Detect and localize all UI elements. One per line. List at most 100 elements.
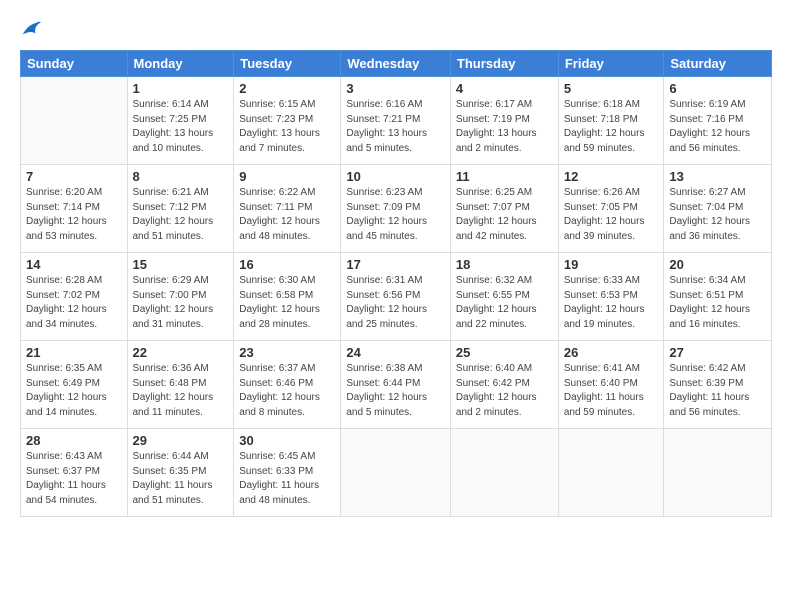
calendar-cell: 9 Sunrise: 6:22 AMSunset: 7:11 PMDaylight…: [234, 165, 341, 253]
calendar-cell: [558, 429, 664, 517]
day-number: 28: [26, 433, 122, 448]
calendar-cell: 15 Sunrise: 6:29 AMSunset: 7:00 PMDayligh…: [127, 253, 234, 341]
day-number: 17: [346, 257, 445, 272]
day-info: Sunrise: 6:45 AMSunset: 6:33 PMDaylight:…: [239, 450, 335, 508]
day-info: Sunrise: 6:17 AMSunset: 7:19 PMDaylight:…: [456, 98, 553, 156]
calendar-cell: 29Sunrise: 6:44 AMSunset: 6:35 PMDayligh…: [127, 429, 234, 517]
day-number: 26: [564, 345, 659, 360]
day-info: Sunrise: 6:20 AMSunset: 7:14 PMDaylight:…: [26, 186, 122, 244]
day-info: Sunrise: 6:42 AMSunset: 6:39 PMDaylight:…: [669, 362, 766, 420]
day-number: 18: [456, 257, 553, 272]
day-info: Sunrise: 6:31 AMSunset: 6:56 PMDaylight:…: [346, 274, 445, 332]
calendar-cell: 11 Sunrise: 6:25 AMSunset: 7:07 PMDayligh…: [450, 165, 558, 253]
day-number: 3: [346, 81, 445, 96]
day-number: 21: [26, 345, 122, 360]
day-info: Sunrise: 6:26 AMSunset: 7:05 PMDaylight:…: [564, 186, 659, 244]
day-info: Sunrise: 6:16 AMSunset: 7:21 PMDaylight:…: [346, 98, 445, 156]
day-info: Sunrise: 6:32 AMSunset: 6:55 PMDaylight:…: [456, 274, 553, 332]
calendar-cell: 22 Sunrise: 6:36 AMSunset: 6:48 PMDayligh…: [127, 341, 234, 429]
calendar-cell: 20 Sunrise: 6:34 AMSunset: 6:51 PMDayligh…: [664, 253, 772, 341]
calendar-week-row: 21 Sunrise: 6:35 AMSunset: 6:49 PMDayligh…: [21, 341, 772, 429]
day-number: 5: [564, 81, 659, 96]
day-info: Sunrise: 6:15 AMSunset: 7:23 PMDaylight:…: [239, 98, 335, 156]
calendar-cell: 25 Sunrise: 6:40 AMSunset: 6:42 PMDayligh…: [450, 341, 558, 429]
calendar-day-header: Saturday: [664, 51, 772, 77]
calendar-cell: 24 Sunrise: 6:38 AMSunset: 6:44 PMDayligh…: [341, 341, 451, 429]
calendar-cell: [341, 429, 451, 517]
day-number: 24: [346, 345, 445, 360]
calendar-week-row: 14Sunrise: 6:28 AMSunset: 7:02 PMDayligh…: [21, 253, 772, 341]
calendar-cell: 21 Sunrise: 6:35 AMSunset: 6:49 PMDayligh…: [21, 341, 128, 429]
calendar-cell: 4Sunrise: 6:17 AMSunset: 7:19 PMDaylight…: [450, 77, 558, 165]
day-number: 2: [239, 81, 335, 96]
day-info: Sunrise: 6:33 AMSunset: 6:53 PMDaylight:…: [564, 274, 659, 332]
calendar-cell: 1 Sunrise: 6:14 AMSunset: 7:25 PMDaylight…: [127, 77, 234, 165]
day-info: Sunrise: 6:41 AMSunset: 6:40 PMDaylight:…: [564, 362, 659, 420]
logo-bird-icon: [20, 18, 42, 40]
day-info: Sunrise: 6:22 AMSunset: 7:11 PMDaylight:…: [239, 186, 335, 244]
day-number: 6: [669, 81, 766, 96]
day-number: 30: [239, 433, 335, 448]
day-number: 12: [564, 169, 659, 184]
day-info: Sunrise: 6:35 AMSunset: 6:49 PMDaylight:…: [26, 362, 122, 420]
calendar-cell: 2 Sunrise: 6:15 AMSunset: 7:23 PMDaylight…: [234, 77, 341, 165]
calendar-day-header: Monday: [127, 51, 234, 77]
day-info: Sunrise: 6:30 AMSunset: 6:58 PMDaylight:…: [239, 274, 335, 332]
calendar-cell: [21, 77, 128, 165]
calendar-week-row: 7 Sunrise: 6:20 AMSunset: 7:14 PMDaylight…: [21, 165, 772, 253]
day-number: 15: [133, 257, 229, 272]
day-number: 1: [133, 81, 229, 96]
day-info: Sunrise: 6:19 AMSunset: 7:16 PMDaylight:…: [669, 98, 766, 156]
logo: [20, 18, 42, 42]
calendar-cell: 18 Sunrise: 6:32 AMSunset: 6:55 PMDayligh…: [450, 253, 558, 341]
day-info: Sunrise: 6:38 AMSunset: 6:44 PMDaylight:…: [346, 362, 445, 420]
calendar-cell: 13 Sunrise: 6:27 AMSunset: 7:04 PMDayligh…: [664, 165, 772, 253]
day-info: Sunrise: 6:37 AMSunset: 6:46 PMDaylight:…: [239, 362, 335, 420]
calendar-cell: 28 Sunrise: 6:43 AMSunset: 6:37 PMDayligh…: [21, 429, 128, 517]
calendar-cell: 16 Sunrise: 6:30 AMSunset: 6:58 PMDayligh…: [234, 253, 341, 341]
calendar-cell: [664, 429, 772, 517]
day-number: 27: [669, 345, 766, 360]
day-number: 25: [456, 345, 553, 360]
day-number: 16: [239, 257, 335, 272]
day-info: Sunrise: 6:25 AMSunset: 7:07 PMDaylight:…: [456, 186, 553, 244]
day-info: Sunrise: 6:23 AMSunset: 7:09 PMDaylight:…: [346, 186, 445, 244]
day-number: 11: [456, 169, 553, 184]
calendar-header-row: SundayMondayTuesdayWednesdayThursdayFrid…: [21, 51, 772, 77]
day-number: 9: [239, 169, 335, 184]
calendar-day-header: Tuesday: [234, 51, 341, 77]
day-number: 22: [133, 345, 229, 360]
calendar-day-header: Wednesday: [341, 51, 451, 77]
day-number: 7: [26, 169, 122, 184]
calendar-cell: 26 Sunrise: 6:41 AMSunset: 6:40 PMDayligh…: [558, 341, 664, 429]
calendar-cell: 23 Sunrise: 6:37 AMSunset: 6:46 PMDayligh…: [234, 341, 341, 429]
calendar-cell: 5 Sunrise: 6:18 AMSunset: 7:18 PMDaylight…: [558, 77, 664, 165]
calendar-day-header: Sunday: [21, 51, 128, 77]
header: [20, 18, 772, 42]
day-number: 13: [669, 169, 766, 184]
day-number: 23: [239, 345, 335, 360]
day-info: Sunrise: 6:18 AMSunset: 7:18 PMDaylight:…: [564, 98, 659, 156]
day-info: Sunrise: 6:34 AMSunset: 6:51 PMDaylight:…: [669, 274, 766, 332]
calendar-cell: [450, 429, 558, 517]
day-info: Sunrise: 6:14 AMSunset: 7:25 PMDaylight:…: [133, 98, 229, 156]
day-info: Sunrise: 6:44 AMSunset: 6:35 PMDaylight:…: [133, 450, 229, 508]
calendar-cell: 12 Sunrise: 6:26 AMSunset: 7:05 PMDayligh…: [558, 165, 664, 253]
calendar-cell: 14Sunrise: 6:28 AMSunset: 7:02 PMDayligh…: [21, 253, 128, 341]
page: SundayMondayTuesdayWednesdayThursdayFrid…: [0, 0, 792, 612]
calendar-table: SundayMondayTuesdayWednesdayThursdayFrid…: [20, 50, 772, 517]
calendar-day-header: Thursday: [450, 51, 558, 77]
calendar-cell: 27 Sunrise: 6:42 AMSunset: 6:39 PMDayligh…: [664, 341, 772, 429]
calendar-cell: 6 Sunrise: 6:19 AMSunset: 7:16 PMDaylight…: [664, 77, 772, 165]
day-info: Sunrise: 6:29 AMSunset: 7:00 PMDaylight:…: [133, 274, 229, 332]
day-info: Sunrise: 6:40 AMSunset: 6:42 PMDaylight:…: [456, 362, 553, 420]
day-number: 20: [669, 257, 766, 272]
calendar-cell: 19Sunrise: 6:33 AMSunset: 6:53 PMDayligh…: [558, 253, 664, 341]
day-info: Sunrise: 6:36 AMSunset: 6:48 PMDaylight:…: [133, 362, 229, 420]
calendar-cell: 3 Sunrise: 6:16 AMSunset: 7:21 PMDaylight…: [341, 77, 451, 165]
calendar-week-row: 28 Sunrise: 6:43 AMSunset: 6:37 PMDayligh…: [21, 429, 772, 517]
calendar-week-row: 1 Sunrise: 6:14 AMSunset: 7:25 PMDaylight…: [21, 77, 772, 165]
day-info: Sunrise: 6:21 AMSunset: 7:12 PMDaylight:…: [133, 186, 229, 244]
day-info: Sunrise: 6:43 AMSunset: 6:37 PMDaylight:…: [26, 450, 122, 508]
day-info: Sunrise: 6:27 AMSunset: 7:04 PMDaylight:…: [669, 186, 766, 244]
